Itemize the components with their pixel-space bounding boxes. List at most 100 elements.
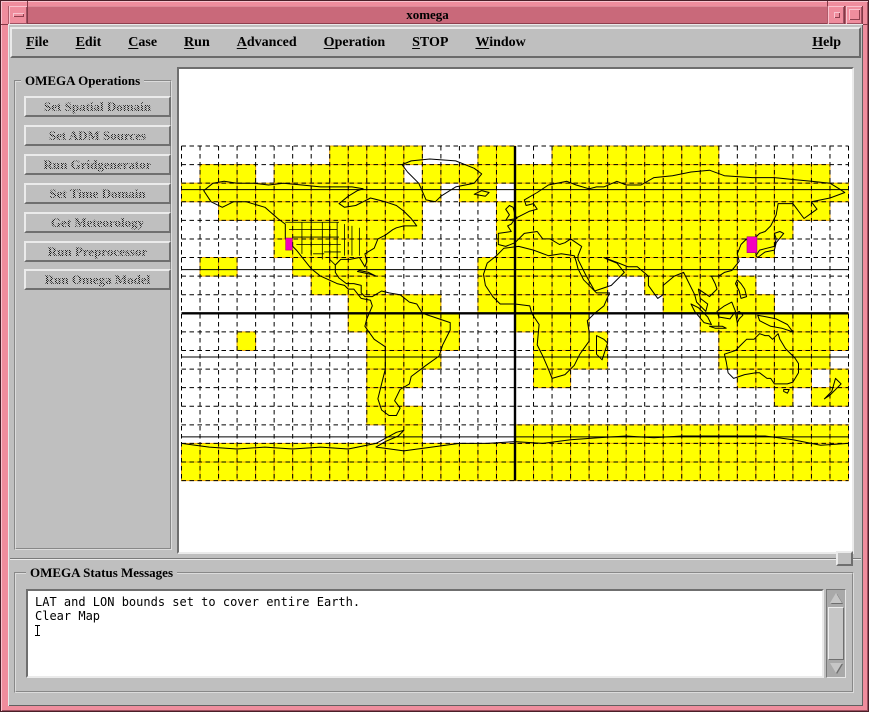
set-spatial-domain-button[interactable]: Set Spatial Domain bbox=[24, 96, 171, 117]
land-cell bbox=[571, 443, 590, 462]
land-cell bbox=[385, 146, 404, 165]
land-cell bbox=[663, 443, 682, 462]
land-cell bbox=[719, 425, 738, 444]
status-text-area[interactable]: LAT and LON bounds set to cover entire E… bbox=[26, 589, 824, 678]
land-cell bbox=[737, 183, 756, 202]
land-cell bbox=[774, 369, 793, 388]
land-cell bbox=[571, 220, 590, 239]
land-cell bbox=[719, 332, 738, 351]
land-cell bbox=[719, 220, 738, 239]
minimize-icon bbox=[834, 12, 840, 18]
land-cell bbox=[682, 183, 701, 202]
land-cell bbox=[571, 276, 590, 295]
land-cell bbox=[663, 295, 682, 314]
land-cell bbox=[367, 239, 386, 258]
land-cell bbox=[219, 443, 238, 462]
run-preprocessor-button[interactable]: Run Preprocessor bbox=[24, 241, 171, 262]
land-cell bbox=[663, 165, 682, 184]
set-time-domain-button[interactable]: Set Time Domain bbox=[24, 183, 171, 204]
window-menu-button[interactable] bbox=[8, 6, 28, 24]
land-cell bbox=[219, 183, 238, 202]
land-cell bbox=[682, 443, 701, 462]
status-scrollbar[interactable] bbox=[826, 589, 846, 678]
land-cell bbox=[348, 295, 367, 314]
land-cell bbox=[682, 239, 701, 258]
run-gridgenerator-button[interactable]: Run Gridgenerator bbox=[24, 154, 171, 175]
land-cell bbox=[330, 258, 349, 277]
land-cell bbox=[330, 165, 349, 184]
titlebar[interactable]: xomega bbox=[8, 6, 863, 24]
land-cell bbox=[793, 443, 812, 462]
run-omega-model-button[interactable]: Run Omega Model bbox=[24, 269, 171, 290]
land-cell bbox=[367, 443, 386, 462]
operations-panel-title: OMEGA Operations bbox=[21, 73, 144, 89]
menu-item-edit[interactable]: Edit bbox=[66, 35, 112, 51]
land-cell bbox=[571, 332, 590, 351]
land-cell bbox=[589, 443, 608, 462]
marker-source-korea[interactable] bbox=[747, 237, 757, 253]
set-adm-sources-button[interactable]: Set ADM Sources bbox=[24, 125, 171, 146]
land-cell bbox=[330, 146, 349, 165]
map-canvas[interactable] bbox=[177, 67, 854, 554]
menu-item-window[interactable]: Window bbox=[465, 35, 535, 51]
button-label: Run Preprocessor bbox=[48, 244, 148, 259]
land-cell bbox=[478, 443, 497, 462]
land-cell bbox=[534, 350, 553, 369]
scrollbar-down-button[interactable] bbox=[828, 661, 844, 676]
land-cell bbox=[422, 332, 441, 351]
land-cell bbox=[737, 165, 756, 184]
text-cursor-ibeam-icon bbox=[37, 625, 38, 636]
land-cell bbox=[626, 443, 645, 462]
button-label: Run Omega Model bbox=[45, 272, 150, 287]
land-cell bbox=[774, 165, 793, 184]
land-cell bbox=[311, 202, 330, 221]
marker-source-west-us[interactable] bbox=[286, 238, 293, 250]
land-cell bbox=[293, 462, 312, 481]
land-cell bbox=[719, 443, 738, 462]
land-cell bbox=[256, 202, 275, 221]
land-cell bbox=[182, 183, 201, 202]
land-cell bbox=[700, 202, 719, 221]
menu-item-help[interactable]: Help bbox=[802, 35, 851, 51]
land-cell bbox=[274, 183, 293, 202]
land-cell bbox=[626, 165, 645, 184]
minimize-button[interactable] bbox=[827, 6, 845, 24]
land-cell bbox=[534, 239, 553, 258]
menu-item-case[interactable]: Case bbox=[118, 35, 167, 51]
land-cell bbox=[737, 220, 756, 239]
world-map bbox=[179, 69, 852, 552]
land-cell bbox=[404, 369, 423, 388]
land-cell bbox=[515, 443, 534, 462]
land-cell bbox=[459, 462, 478, 481]
land-cell bbox=[719, 276, 738, 295]
scrollbar-up-button[interactable] bbox=[828, 591, 844, 606]
scrollbar-thumb[interactable] bbox=[828, 607, 844, 660]
menu-item-run[interactable]: Run bbox=[174, 35, 220, 51]
land-cell bbox=[737, 313, 756, 332]
land-cell bbox=[645, 165, 664, 184]
land-cell bbox=[682, 276, 701, 295]
menubar: File Edit Case Run Advanced Operation STOP Wind… bbox=[10, 27, 861, 58]
get-meteorology-button[interactable]: Get Meteorology bbox=[24, 212, 171, 233]
land-cell bbox=[700, 462, 719, 481]
status-panel: OMEGA Status Messages LAT and LON bounds… bbox=[14, 572, 854, 693]
land-cell bbox=[441, 165, 460, 184]
land-cell bbox=[737, 462, 756, 481]
land-cell bbox=[496, 462, 515, 481]
pane-sash[interactable] bbox=[836, 551, 853, 566]
land-cell bbox=[830, 388, 849, 407]
land-cell bbox=[534, 443, 553, 462]
land-cell bbox=[811, 462, 830, 481]
land-cell bbox=[496, 146, 515, 165]
menu-item-advanced[interactable]: Advanced bbox=[227, 35, 307, 51]
menu-item-operation[interactable]: Operation bbox=[314, 35, 395, 51]
land-cell bbox=[756, 462, 775, 481]
menu-item-stop[interactable]: STOP bbox=[402, 35, 458, 51]
maximize-button[interactable] bbox=[845, 6, 863, 24]
land-cell bbox=[756, 313, 775, 332]
maximize-icon bbox=[849, 9, 860, 20]
menu-item-file[interactable]: File bbox=[16, 35, 59, 51]
land-cell bbox=[811, 425, 830, 444]
land-cell bbox=[367, 350, 386, 369]
land-cell bbox=[571, 295, 590, 314]
